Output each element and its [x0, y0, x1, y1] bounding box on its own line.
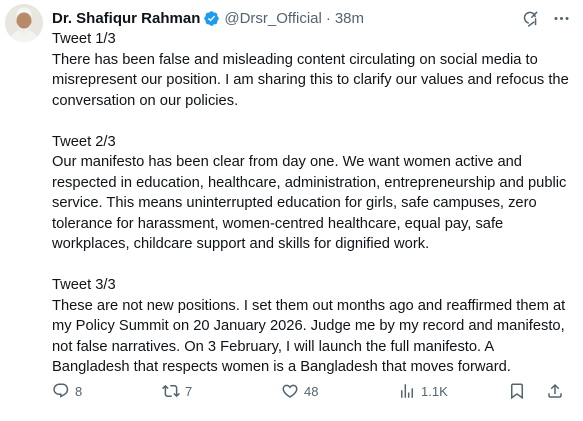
avatar-image [5, 4, 43, 42]
repost-icon [162, 384, 180, 398]
like-button[interactable]: 48 [281, 382, 318, 400]
tweet-part-heading: Tweet 3/3 [52, 277, 116, 293]
share-button[interactable] [546, 382, 564, 400]
tweet-actions: 8 7 48 1.1K [52, 381, 574, 401]
heart-icon [282, 384, 298, 398]
tweet-part-3: Tweet 3/3 These are not new positions. I… [52, 275, 574, 378]
tweet-part-body: There has been false and misleading cont… [52, 51, 569, 109]
tweet-text: Tweet 1/3 There has been false and misle… [52, 29, 574, 378]
reply-count: 8 [75, 383, 83, 399]
reply-button[interactable]: 8 [52, 382, 82, 400]
bookmark-icon [511, 383, 523, 400]
tweet-part-1: Tweet 1/3 There has been false and misle… [52, 29, 574, 111]
tweet-part-heading: Tweet 1/3 [52, 31, 116, 47]
tweet-header: Dr. Shafiqur Rahman @Drsr_Official · 38m [52, 7, 571, 29]
views-button[interactable]: 1.1K [398, 382, 448, 400]
tweet[interactable]: Dr. Shafiqur Rahman @Drsr_Official · 38m [0, 0, 583, 421]
tweet-part-2: Tweet 2/3 Our manifesto has been clear f… [52, 132, 574, 255]
reply-icon [53, 383, 69, 398]
views-count: 1.1K [421, 383, 448, 399]
bookmark-button[interactable] [508, 382, 526, 400]
tweet-timestamp[interactable]: 38m [335, 10, 364, 27]
views-icon [401, 384, 413, 398]
author-handle[interactable]: @Drsr_Official [224, 10, 321, 27]
separator-dot: · [325, 9, 331, 27]
repost-button[interactable]: 7 [162, 382, 192, 400]
share-icon [548, 383, 562, 398]
grok-icon[interactable] [521, 9, 540, 28]
avatar[interactable] [5, 4, 43, 42]
tweet-part-body: These are not new positions. I set them … [52, 297, 566, 376]
header-actions [521, 7, 571, 29]
display-name[interactable]: Dr. Shafiqur Rahman [52, 10, 200, 27]
tweet-part-heading: Tweet 2/3 [52, 133, 116, 150]
like-count: 48 [304, 383, 319, 399]
more-icon[interactable] [552, 9, 571, 28]
verified-badge-icon [203, 10, 220, 27]
tweet-part-body: Our manifesto has been clear from day on… [52, 154, 567, 252]
repost-count: 7 [185, 383, 193, 399]
